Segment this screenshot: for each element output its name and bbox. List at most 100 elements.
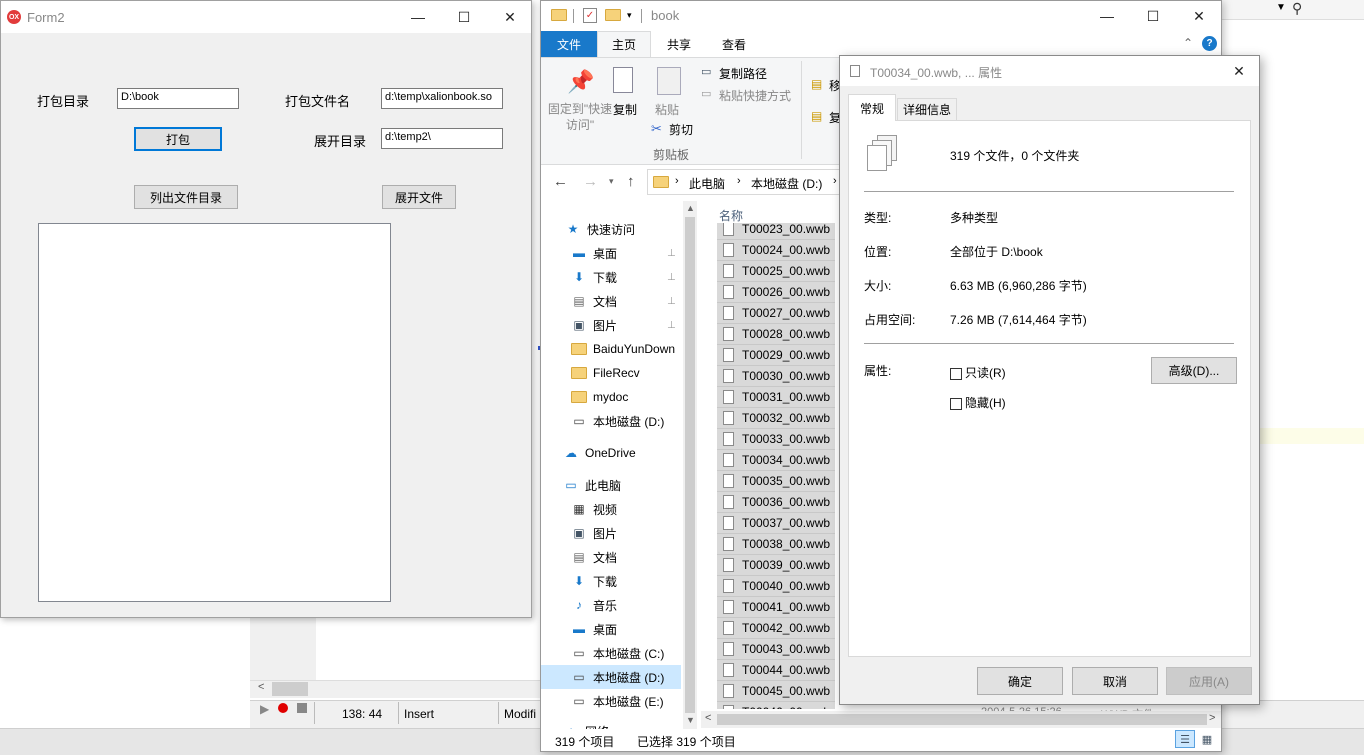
scissors-icon: ✂ (651, 121, 662, 136)
paste-button-label[interactable]: 粘贴 (655, 101, 679, 118)
tab-details[interactable]: 详细信息 (897, 98, 957, 120)
file-row[interactable]: T00027_00.wwb (717, 303, 835, 324)
copy-button-label[interactable]: 复制 (613, 101, 637, 118)
minimize-button[interactable]: — (1084, 1, 1130, 31)
details-view-icon[interactable]: ☰ (1175, 730, 1195, 748)
file-row[interactable]: T00045_00.wwb (717, 681, 835, 702)
file-row[interactable]: T00044_00.wwb (717, 660, 835, 681)
file-icon (723, 621, 734, 635)
new-folder-quick-icon[interactable] (605, 9, 621, 24)
scroll-left-icon[interactable]: < (705, 712, 711, 724)
pack-file-input[interactable]: d:\temp\xalionbook.so (381, 88, 503, 109)
recent-dropdown-icon[interactable]: ▾ (609, 176, 614, 187)
file-row[interactable]: T00036_00.wwb (717, 492, 835, 513)
apply-button[interactable]: 应用(A) (1166, 667, 1252, 695)
tab-general[interactable]: 常规 (848, 94, 896, 121)
file-row[interactable]: T00039_00.wwb (717, 555, 835, 576)
pack-button[interactable]: 打包 (134, 127, 222, 151)
file-hscroll-thumb[interactable] (717, 714, 1207, 725)
file-name: T00023_00.wwb (742, 223, 831, 236)
scroll-right-icon[interactable]: > (1209, 712, 1215, 724)
breadcrumb-drive-d[interactable]: 本地磁盘 (D:) (751, 175, 822, 192)
maximize-button[interactable]: ☐ (1130, 1, 1176, 31)
disk-size-value: 7.26 MB (7,614,464 字节) (950, 313, 1087, 327)
scroll-down-icon[interactable]: ▼ (686, 715, 695, 725)
file-row[interactable]: T00030_00.wwb (717, 366, 835, 387)
maximize-button[interactable]: ☐ (441, 2, 487, 32)
file-row[interactable]: T00043_00.wwb (717, 639, 835, 660)
file-row[interactable]: T00041_00.wwb (717, 597, 835, 618)
properties-quick-icon[interactable]: ✓ (583, 8, 597, 23)
pack-file-label: 打包文件名 (285, 94, 351, 109)
pack-dir-input[interactable]: D:\book (117, 88, 239, 109)
file-row[interactable]: T00037_00.wwb (717, 513, 835, 534)
file-row[interactable]: T00046_00.wwb (717, 702, 835, 709)
file-row[interactable]: T00028_00.wwb (717, 324, 835, 345)
output-listbox[interactable] (38, 223, 391, 602)
record-icon[interactable] (278, 703, 288, 713)
tab-share[interactable]: 共享 (653, 31, 705, 57)
tab-file[interactable]: 文件 (541, 31, 597, 57)
forward-button[interactable]: → (583, 173, 598, 190)
extract-files-button[interactable]: 展开文件 (382, 185, 456, 209)
scroll-up-icon[interactable]: ▲ (686, 203, 695, 213)
cancel-button[interactable]: 取消 (1072, 667, 1158, 695)
attributes-label: 属性: (864, 364, 892, 378)
status-position: 138: 44 (342, 707, 383, 721)
file-hscrollbar[interactable]: < > (701, 711, 1221, 728)
extract-dir-input[interactable]: d:\temp2\ (381, 128, 503, 149)
file-row[interactable]: T00040_00.wwb (717, 576, 835, 597)
up-button[interactable]: ↑ (627, 173, 635, 190)
list-files-button[interactable]: 列出文件目录 (134, 185, 238, 209)
scroll-thumb[interactable] (272, 682, 308, 696)
ok-button[interactable]: 确定 (977, 667, 1063, 695)
column-header-name[interactable]: 名称 (719, 207, 743, 224)
tab-home[interactable]: 主页 (597, 31, 651, 57)
file-icon (723, 537, 734, 551)
file-row[interactable]: T00025_00.wwb (717, 261, 835, 282)
collapse-ribbon-icon[interactable]: ⌃ (1183, 36, 1193, 50)
status-selected-count: 已选择 319 个项目 (637, 735, 736, 749)
paste-shortcut-button[interactable]: 粘贴快捷方式 (719, 87, 791, 104)
pin-quick-access-button[interactable]: 固定到"快速访问" (545, 101, 615, 133)
quick-access-dropdown-icon[interactable]: ▾ (627, 10, 632, 21)
search-icon[interactable]: ⚲ (1292, 0, 1302, 17)
file-row[interactable]: T00023_00.wwb (717, 223, 835, 240)
file-row[interactable]: T00034_00.wwb (717, 450, 835, 471)
help-icon[interactable]: ? (1202, 36, 1217, 51)
file-row[interactable]: T00042_00.wwb (717, 618, 835, 639)
status-modified: Modifi (504, 707, 537, 721)
close-button[interactable]: ✕ (1221, 56, 1257, 86)
large-icons-view-icon[interactable]: ▦ (1197, 730, 1217, 748)
play-icon[interactable]: ▶ (260, 702, 269, 716)
nav-item[interactable]: ⌂网络 (541, 719, 681, 729)
back-button[interactable]: ← (553, 173, 568, 190)
cut-button[interactable]: 剪切 (669, 121, 693, 138)
file-row[interactable]: T00035_00.wwb (717, 471, 835, 492)
close-button[interactable]: ✕ (1176, 1, 1222, 31)
stop-icon[interactable] (297, 703, 307, 713)
file-row[interactable]: T00024_00.wwb (717, 240, 835, 261)
file-icon (723, 243, 734, 257)
dropdown-arrow-icon[interactable]: ▼ (1276, 2, 1286, 13)
file-row[interactable]: T00033_00.wwb (717, 429, 835, 450)
advanced-button[interactable]: 高级(D)... (1151, 357, 1237, 384)
file-row[interactable]: T00032_00.wwb (717, 408, 835, 429)
breadcrumb-chevron-icon: › (833, 175, 837, 187)
close-button[interactable]: ✕ (487, 2, 533, 32)
file-row[interactable]: T00026_00.wwb (717, 282, 835, 303)
hidden-checkbox[interactable]: 隐藏(H) (950, 394, 1006, 411)
pin-icon[interactable]: 📌 (567, 69, 594, 95)
tab-view[interactable]: 查看 (707, 31, 761, 57)
copy-path-button[interactable]: 复制路径 (719, 65, 767, 82)
file-row[interactable]: T00038_00.wwb (717, 534, 835, 555)
minimize-button[interactable]: — (395, 2, 441, 32)
scroll-left-icon[interactable]: < (258, 681, 264, 693)
breadcrumb-this-pc[interactable]: 此电脑 (689, 175, 725, 192)
file-row[interactable]: T00031_00.wwb (717, 387, 835, 408)
file-name: T00033_00.wwb (742, 432, 831, 446)
copy-icon[interactable] (613, 67, 633, 93)
file-row[interactable]: T00029_00.wwb (717, 345, 835, 366)
paste-icon[interactable] (657, 67, 681, 95)
readonly-checkbox[interactable]: 只读(R) (950, 364, 1006, 381)
